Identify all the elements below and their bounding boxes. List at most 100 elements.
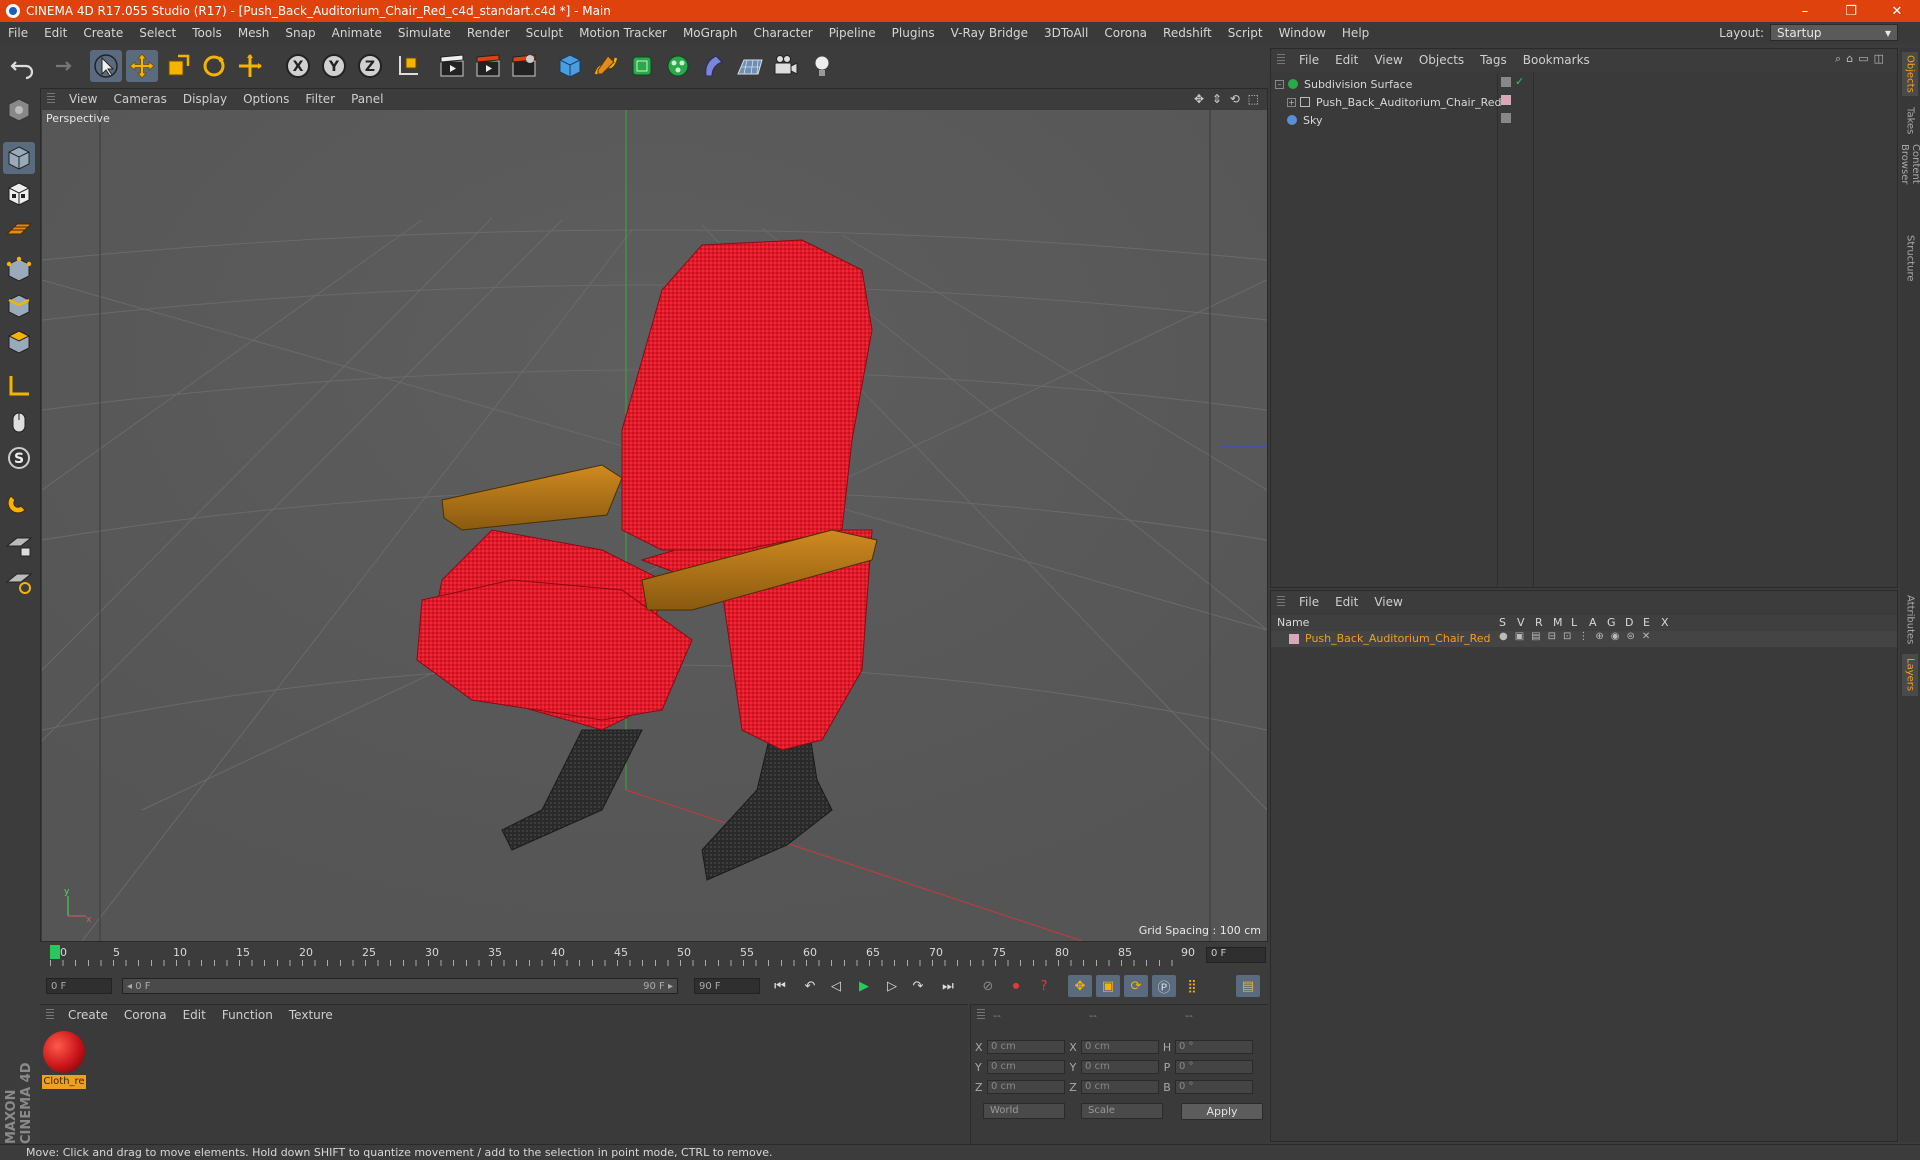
key-rotation-button[interactable]: ⟳ [1124, 975, 1148, 997]
menu-sculpt[interactable]: Sculpt [518, 26, 571, 40]
obj-menu-objects[interactable]: Objects [1411, 53, 1472, 67]
previous-key-button[interactable]: ↶ [798, 975, 822, 997]
tab-structure[interactable]: Structure [1902, 232, 1918, 284]
menu-file[interactable]: File [0, 26, 36, 40]
subdivision-surface-button[interactable] [626, 50, 658, 82]
obj-menu-bookmarks[interactable]: Bookmarks [1515, 53, 1598, 67]
vp-menu-cameras[interactable]: Cameras [105, 92, 174, 106]
coordinate-system-button[interactable] [392, 50, 424, 82]
object-row[interactable]: Sky [1287, 111, 1322, 129]
frame-range-slider[interactable]: ◂ 0 F 90 F ▸ [122, 978, 678, 994]
layer-menu-view[interactable]: View [1366, 595, 1410, 609]
render-view-button[interactable] [436, 50, 468, 82]
menu-edit[interactable]: Edit [36, 26, 75, 40]
mat-menu-function[interactable]: Function [214, 1008, 281, 1022]
menu-mesh[interactable]: Mesh [230, 26, 278, 40]
current-frame-field[interactable]: 0 F [1206, 947, 1266, 963]
panel-grip-icon[interactable] [1277, 54, 1285, 66]
minimize-button[interactable]: – [1782, 0, 1828, 22]
material-swatch[interactable]: Cloth_re [42, 1031, 86, 1091]
previous-frame-button[interactable]: ◁ [824, 975, 848, 997]
autokey-button[interactable]: ⏺ [1004, 975, 1028, 997]
menu-simulate[interactable]: Simulate [390, 26, 459, 40]
live-selection-button[interactable] [90, 50, 122, 82]
key-parameter-button[interactable]: Ⓟ [1152, 975, 1176, 997]
menu-redshift[interactable]: Redshift [1155, 26, 1220, 40]
redo-button[interactable] [44, 50, 76, 82]
size-x-field[interactable]: 0 cm [1081, 1040, 1159, 1054]
coordinate-space-dropdown[interactable]: World [983, 1103, 1065, 1119]
vp-menu-view[interactable]: View [61, 92, 105, 106]
layer-row[interactable]: Push_Back_Auditorium_Chair_Red ●▣▤⊟⊡⋮⊕◉⊜… [1271, 631, 1897, 647]
key-position-button[interactable]: ✥ [1068, 975, 1092, 997]
x-axis-button[interactable]: X [282, 50, 314, 82]
vp-menu-panel[interactable]: Panel [343, 92, 391, 106]
deformer-button[interactable] [698, 50, 730, 82]
tweak-mode-button[interactable] [3, 406, 35, 438]
z-axis-button[interactable]: Z [354, 50, 386, 82]
points-mode-button[interactable] [3, 254, 35, 286]
obj-menu-file[interactable]: File [1291, 53, 1327, 67]
texture-mode-button[interactable] [3, 178, 35, 210]
object-row[interactable]: – Subdivision Surface [1275, 75, 1412, 93]
obj-menu-view[interactable]: View [1366, 53, 1410, 67]
menu-plugins[interactable]: Plugins [884, 26, 943, 40]
key-scale-button[interactable]: ▣ [1096, 975, 1120, 997]
move-tool-button[interactable] [126, 50, 158, 82]
layer-toggle-icons[interactable]: ●▣▤⊟⊡⋮⊕◉⊜✕ [1499, 631, 1657, 642]
size-mode-dropdown[interactable]: Scale [1081, 1103, 1163, 1119]
model-mode-button[interactable] [3, 142, 35, 174]
panel-grip-icon[interactable] [1277, 596, 1285, 608]
size-z-field[interactable]: 0 cm [1081, 1080, 1159, 1094]
edges-mode-button[interactable] [3, 290, 35, 322]
panel-grip-icon[interactable] [977, 1009, 985, 1021]
transform-tool-button[interactable] [234, 50, 266, 82]
menu-vray-bridge[interactable]: V-Ray Bridge [943, 26, 1036, 40]
mat-menu-texture[interactable]: Texture [281, 1008, 341, 1022]
menu-mograph[interactable]: MoGraph [675, 26, 746, 40]
menu-corona[interactable]: Corona [1096, 26, 1155, 40]
layer-toggle-icon[interactable] [1501, 77, 1511, 87]
start-frame-field[interactable]: 0 F [46, 978, 112, 994]
go-to-start-button[interactable]: ⏮ [768, 975, 792, 997]
menu-create[interactable]: Create [75, 26, 131, 40]
restore-button[interactable]: ❐ [1828, 0, 1874, 22]
render-settings-button[interactable] [508, 50, 540, 82]
expand-icon[interactable]: + [1287, 97, 1296, 107]
camera-button[interactable] [770, 50, 802, 82]
rotation-p-field[interactable]: 0 ° [1175, 1060, 1253, 1074]
tab-content-browser[interactable]: Content Browser [1899, 144, 1920, 226]
go-to-end-button[interactable]: ⏭ [936, 975, 960, 997]
axis-mode-button[interactable] [3, 370, 35, 402]
snap-button[interactable]: S [3, 442, 35, 474]
layer-name[interactable]: Push_Back_Auditorium_Chair_Red [1305, 632, 1491, 645]
scale-tool-button[interactable] [162, 50, 194, 82]
enable-snap-button[interactable] [3, 486, 35, 518]
play-button[interactable]: ▶ [852, 975, 876, 997]
vp-menu-options[interactable]: Options [235, 92, 297, 106]
search-icon[interactable]: ⌕ [1835, 52, 1846, 65]
tab-takes[interactable]: Takes [1902, 104, 1918, 138]
perspective-view[interactable]: y x Perspective Grid Spacing : 100 cm [42, 110, 1267, 941]
menu-select[interactable]: Select [131, 26, 184, 40]
make-editable-button[interactable] [3, 94, 35, 126]
layer-color-swatch[interactable] [1501, 95, 1511, 105]
check-icon[interactable]: ✓ [1515, 75, 1524, 88]
panel-grip-icon[interactable] [47, 93, 55, 105]
render-picture-viewer-button[interactable] [472, 50, 504, 82]
position-z-field[interactable]: 0 cm [987, 1080, 1065, 1094]
vp-menu-filter[interactable]: Filter [297, 92, 343, 106]
mat-menu-create[interactable]: Create [60, 1008, 116, 1022]
window-icon[interactable]: ▭ [1858, 52, 1873, 65]
menu-pipeline[interactable]: Pipeline [821, 26, 884, 40]
layer-menu-edit[interactable]: Edit [1327, 595, 1366, 609]
playhead-marker[interactable] [50, 945, 60, 959]
next-key-button[interactable]: ↷ [906, 975, 930, 997]
layer-toggle-icon[interactable] [1501, 113, 1511, 123]
undo-button[interactable] [6, 50, 38, 82]
menu-3dtoall[interactable]: 3DToAll [1036, 26, 1096, 40]
locked-workplane-button[interactable] [3, 530, 35, 562]
layer-color-swatch[interactable] [1289, 634, 1299, 644]
mat-menu-edit[interactable]: Edit [175, 1008, 214, 1022]
y-axis-button[interactable]: Y [318, 50, 350, 82]
